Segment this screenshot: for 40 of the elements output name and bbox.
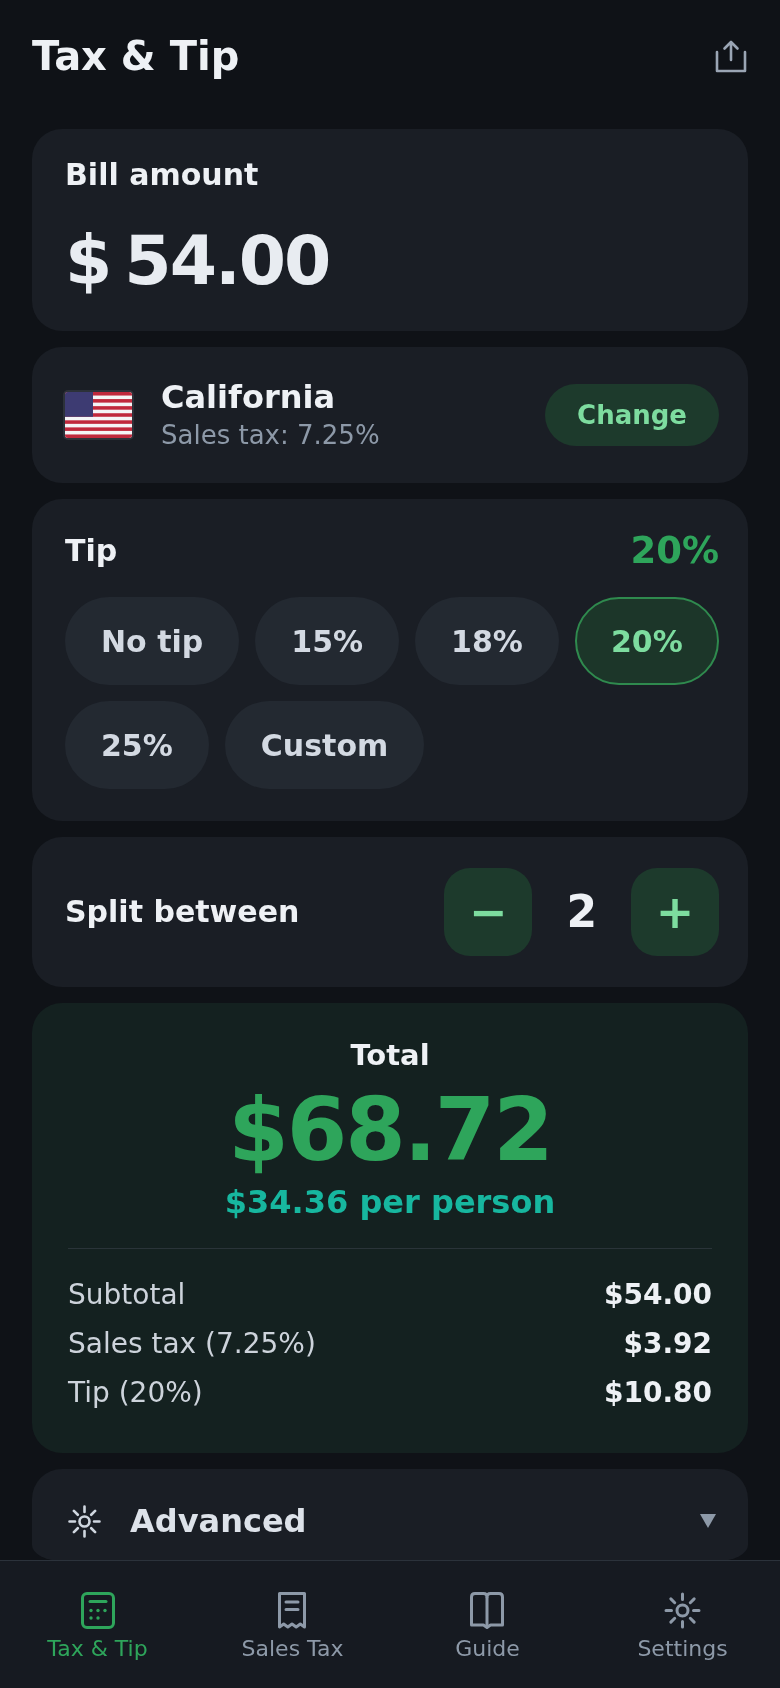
total-amount: $68.72 bbox=[228, 1084, 552, 1176]
app-title: Tax & Tip bbox=[32, 32, 240, 80]
sun-icon bbox=[68, 1504, 101, 1538]
location-name: California bbox=[161, 377, 336, 417]
tip-chip[interactable]: 15% bbox=[255, 597, 400, 685]
breakdown-label: Sales tax (7.25%) bbox=[68, 1326, 316, 1362]
book-icon bbox=[470, 1592, 505, 1629]
change-button[interactable]: Change bbox=[545, 384, 719, 446]
per-person-amount: $34.36 per person bbox=[224, 1182, 556, 1223]
split-count: 2 bbox=[566, 885, 597, 939]
breakdown-value: $10.80 bbox=[603, 1375, 712, 1411]
breakdown-label: Subtotal bbox=[68, 1277, 186, 1313]
sun-icon bbox=[664, 1592, 701, 1629]
breakdown-label: Tip (20%) bbox=[68, 1375, 203, 1411]
breakdown-value: $3.92 bbox=[623, 1326, 712, 1362]
tip-chip[interactable]: 20% bbox=[574, 597, 719, 685]
decrease-button[interactable]: − bbox=[444, 868, 533, 956]
tip-chip[interactable]: Custom bbox=[224, 701, 425, 789]
breakdown-value: $54.00 bbox=[603, 1277, 712, 1313]
tip-chip[interactable]: 18% bbox=[415, 597, 559, 685]
total-label: Total bbox=[350, 1037, 430, 1074]
advanced-toggle[interactable]: Advanced bbox=[32, 1469, 748, 1561]
split-label: Split between bbox=[65, 894, 300, 929]
calculator-icon bbox=[80, 1592, 115, 1629]
tip-label: Tip bbox=[65, 532, 118, 570]
bill-label: Bill amount bbox=[65, 157, 259, 193]
share-icon[interactable] bbox=[715, 39, 747, 73]
nav-tab[interactable]: Settings bbox=[637, 1592, 728, 1664]
flag-icon bbox=[63, 390, 134, 440]
sales-tax-rate: Sales tax: 7.25% bbox=[161, 419, 380, 452]
currency-symbol: $ bbox=[65, 221, 111, 300]
tip-chip[interactable]: 25% bbox=[65, 701, 209, 789]
receipt-icon bbox=[278, 1592, 307, 1629]
nav-tab[interactable]: Sales Tax bbox=[241, 1592, 344, 1664]
tip-chip[interactable]: No tip bbox=[65, 597, 240, 685]
increase-button[interactable]: + bbox=[631, 868, 719, 956]
bill-amount: 54.00 bbox=[124, 221, 330, 300]
nav-tab[interactable]: Guide bbox=[455, 1592, 520, 1664]
tip-percent: 20% bbox=[630, 528, 719, 574]
nav-tab[interactable]: Tax & Tip bbox=[47, 1592, 148, 1664]
